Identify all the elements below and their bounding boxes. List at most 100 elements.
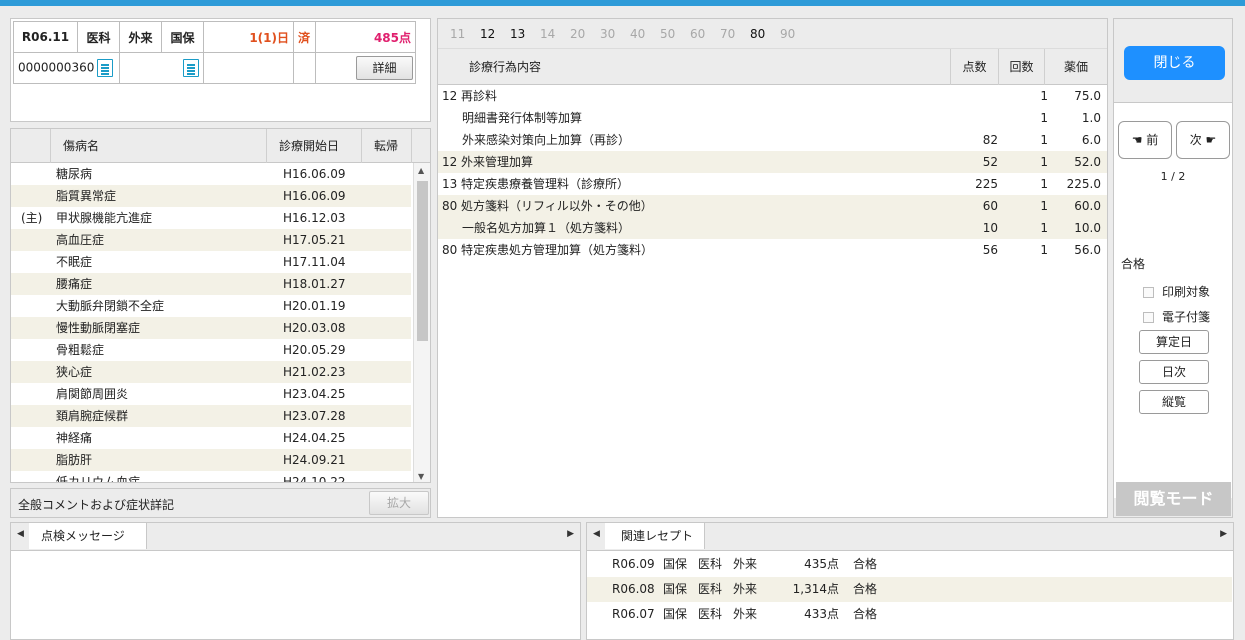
tab-category-14: 14 [540,27,556,41]
tab-category-70: 70 [720,27,736,41]
scroll-up-icon[interactable]: ▲ [418,166,424,175]
treatment-points: 82 [982,133,998,147]
treatment-count: 1 [1040,155,1048,169]
treatment-row[interactable]: 80 処方箋料（リフィル以外・その他） 60 1 60.0 [438,195,1107,217]
receipt-dept: 医科 [698,607,723,621]
electronic-note-row[interactable]: 電子付箋 [1143,308,1210,325]
detail-cell: 詳細 [315,52,416,84]
detail-button[interactable]: 詳細 [356,56,413,80]
treatment-code: 80 [442,243,458,257]
treatment-name: 外来管理加算 [461,155,534,169]
disease-row[interactable]: 狭心症 H21.02.23 [11,361,411,383]
tab-check-message[interactable]: 点検メッセージ [29,523,147,549]
vertical-button[interactable]: 縦覧 [1139,390,1209,414]
disease-start-date: H21.02.23 [283,365,346,379]
column-header-name[interactable]: 傷病名 [51,129,267,163]
column-header-outcome[interactable]: 転帰 [362,129,412,163]
disease-row[interactable]: 頚肩腕症候群 H23.07.28 [11,405,411,427]
close-button[interactable]: 閉じる [1124,46,1225,80]
treatment-name: 外来感染対策向上加算（再診） [462,133,631,147]
receipt-month: R06.07 [612,607,655,621]
next-button[interactable]: 次 ☛ [1176,121,1230,159]
tab-category-12[interactable]: 12 [480,27,495,41]
expand-button[interactable]: 拡大 [369,491,429,515]
scroll-right-icon[interactable]: ▶ [567,529,574,539]
treatment-points: 60 [982,199,998,213]
next-label: 次 [1189,133,1202,147]
disease-name: 低カリウム血症 [56,475,141,483]
disease-scrollbar[interactable]: ▲ ▼ [413,163,430,482]
calc-day-button[interactable]: 算定日 [1139,330,1209,354]
document-icon[interactable] [183,59,199,77]
treatment-row[interactable]: 外来感染対策向上加算（再診） 82 1 6.0 [438,129,1107,151]
related-receipt-row[interactable]: R06.09 国保 医科 外来 435点 合格 [587,552,1232,577]
disease-row[interactable]: 骨粗鬆症 H20.05.29 [11,339,411,361]
disease-name: 大動脈弁閉鎖不全症 [56,299,165,313]
prev-button[interactable]: ☚ 前 [1118,121,1172,159]
column-header-count[interactable]: 回数 [999,49,1045,85]
disease-row[interactable]: (主) 甲状腺機能亢進症 H16.12.03 [11,207,411,229]
treatment-name: 処方箋料（リフィル以外・その他） [461,199,653,213]
receipt-summary-table: R06.11 医科 外来 国保 1(1)日 済 485点 0000000360 … [13,21,416,84]
print-target-checkbox[interactable] [1143,287,1154,298]
scroll-down-icon[interactable]: ▼ [418,472,424,481]
result-label: 合格 [1121,257,1146,271]
related-receipt-row[interactable]: R06.07 国保 医科 外来 433点 合格 [587,602,1232,627]
electronic-note-checkbox[interactable] [1143,312,1154,323]
treatment-points: 225 [975,177,998,191]
comment-row: 全般コメントおよび症状詳記 拡大 [10,488,431,518]
receipt-visit: 外来 [733,607,758,621]
disease-row[interactable]: 脂質異常症 H16.06.09 [11,185,411,207]
treatment-panel: 11 12 13 14 20 30 40 50 60 70 80 90 診療行為内容 点数 回数 薬価… [437,18,1108,518]
days-cell: 1(1)日 [203,21,294,53]
disease-row[interactable]: 慢性動脈閉塞症 H20.03.08 [11,317,411,339]
scroll-left-icon[interactable]: ◀ [593,529,600,539]
disease-row[interactable]: 糖尿病 H16.06.09 [11,163,411,185]
disease-start-date: H20.03.08 [283,321,346,335]
disease-row[interactable]: 不眠症 H17.11.04 [11,251,411,273]
scroll-right-icon[interactable]: ▶ [1220,529,1227,539]
column-header-content[interactable]: 診療行為内容 [438,49,951,85]
empty-cell [293,52,316,84]
disease-start-date: H23.07.28 [283,409,346,423]
receipt-result: 合格 [853,582,878,596]
treatment-row[interactable]: 12 外来管理加算 52 1 52.0 [438,151,1107,173]
treatment-price: 52.0 [1074,155,1101,169]
category-tabs: 11 12 13 14 20 30 40 50 60 70 80 90 [438,19,1107,49]
scroll-left-icon[interactable]: ◀ [17,529,24,539]
disease-start-date: H23.04.25 [283,387,346,401]
daily-button[interactable]: 日次 [1139,360,1209,384]
treatment-row[interactable]: 13 特定疾患療養管理料（診療所） 225 1 225.0 [438,173,1107,195]
print-target-row[interactable]: 印刷対象 [1143,283,1210,300]
treatment-code: 13 [442,177,458,191]
disease-row[interactable]: 高血圧症 H17.05.21 [11,229,411,251]
disease-name: 頚肩腕症候群 [56,409,129,423]
treatment-name: 再診料 [461,89,498,103]
scrollbar-thumb[interactable] [417,181,428,341]
tab-related-receipts[interactable]: 関連レセプト [605,523,705,549]
disease-row[interactable]: 腰痛症 H18.01.27 [11,273,411,295]
tab-category-80[interactable]: 80 [750,27,765,41]
treatment-row[interactable]: 80 特定疾患処方管理加算（処方箋料） 56 1 56.0 [438,239,1107,261]
document-icon[interactable] [97,59,114,77]
treatment-row[interactable]: 一般名処方加算１（処方箋料） 10 1 10.0 [438,217,1107,239]
prev-label: 前 [1146,133,1159,147]
disease-row[interactable]: 神経痛 H24.04.25 [11,427,411,449]
disease-row[interactable]: 低カリウム血症 H24.10.22 [11,471,411,483]
tab-category-13[interactable]: 13 [510,27,525,41]
disease-row[interactable]: 脂肪肝 H24.09.21 [11,449,411,471]
column-header-points[interactable]: 点数 [951,49,999,85]
column-header-price[interactable]: 薬価 [1045,49,1107,85]
column-header-start-date[interactable]: 診療開始日 [267,129,362,163]
treatment-row[interactable]: 明細書発行体制等加算 1 1.0 [438,107,1107,129]
disease-row[interactable]: 大動脈弁閉鎖不全症 H20.01.19 [11,295,411,317]
treatment-table-header: 診療行為内容 点数 回数 薬価 [438,49,1107,85]
related-receipt-row[interactable]: R06.08 国保 医科 外来 1,314点 合格 [587,577,1232,602]
treatment-price: 10.0 [1074,221,1101,235]
check-message-panel: ◀ 点検メッセージ ▶ [10,522,581,640]
receipt-points: 1,314点 [792,582,839,596]
navigation-box: ☚ 前 次 ☛ 1 / 2 合格 印刷対象 電子付箋 算定日 日次 縦覧 [1114,102,1232,498]
disease-start-date: H17.05.21 [283,233,346,247]
treatment-row[interactable]: 12 再診料 1 75.0 [438,85,1107,107]
disease-row[interactable]: 肩関節周囲炎 H23.04.25 [11,383,411,405]
